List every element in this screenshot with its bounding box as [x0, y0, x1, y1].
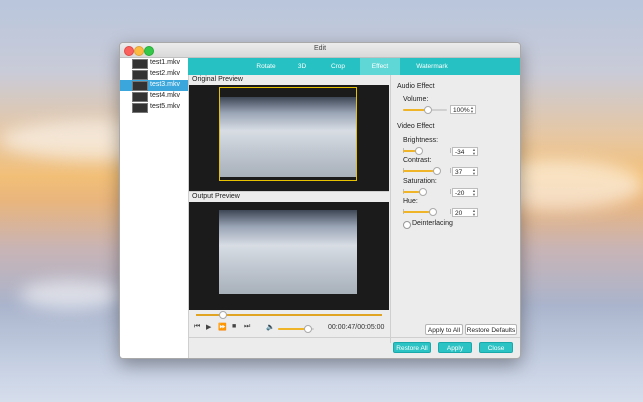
saturation-stepper[interactable]: -20 ▲ ▼ — [452, 188, 478, 197]
video-thumbnail — [132, 59, 148, 69]
deinterlacing-checkbox[interactable] — [403, 221, 411, 229]
play-icon[interactable]: ▶ — [206, 323, 211, 331]
restore-all-button[interactable]: Restore All — [393, 342, 431, 353]
saturation-value: -20 — [455, 190, 465, 197]
apply-button[interactable]: Apply — [438, 342, 472, 353]
file-list-item[interactable]: test5.mkv — [120, 102, 188, 113]
volume-value: 100% — [453, 107, 470, 114]
brightness-knob[interactable] — [415, 147, 423, 155]
preview-divider — [189, 191, 389, 192]
saturation-knob[interactable] — [419, 188, 427, 196]
output-preview-label: Output Preview — [192, 193, 240, 200]
title-bar: Edit — [120, 43, 520, 58]
file-list-item[interactable]: test2.mkv — [120, 69, 188, 80]
file-list-item[interactable]: test4.mkv — [120, 91, 188, 102]
original-preview-video — [189, 85, 389, 191]
time-readout: 00:00:47/00:05:00 — [328, 324, 385, 331]
contrast-label: Contrast: — [403, 157, 432, 164]
brightness-value: -34 — [455, 149, 465, 156]
restore-defaults-button[interactable]: Restore Defaults — [465, 324, 517, 335]
skip-forward-icon[interactable]: ⏭ — [244, 323, 250, 331]
video-effect-title: Video Effect — [397, 123, 435, 130]
hue-knob[interactable] — [429, 208, 437, 216]
fast-forward-icon[interactable]: ⏩ — [218, 323, 227, 331]
tab-effect[interactable]: Effect — [360, 58, 400, 75]
original-frame — [219, 87, 357, 181]
volume-icon[interactable]: 🔈 — [266, 323, 275, 331]
video-thumbnail — [132, 92, 148, 102]
hue-value: 20 — [455, 210, 463, 217]
effect-panel: Audio Effect Volume: 100% ▲ ▼ Video Effec… — [390, 75, 520, 343]
background-cloud — [20, 280, 120, 310]
video-thumbnail — [132, 70, 148, 80]
stepper-arrows-icon[interactable]: ▲ ▼ — [472, 148, 476, 156]
tab-3d[interactable]: 3D — [288, 58, 316, 75]
file-name: test1.mkv — [150, 59, 180, 66]
audio-effect-title: Audio Effect — [397, 83, 435, 90]
contrast-fill — [403, 170, 435, 172]
stepper-arrows-icon[interactable]: ▲ ▼ — [472, 209, 476, 217]
contrast-stepper[interactable]: 37 ▲ ▼ — [452, 167, 478, 176]
volume-label: Volume: — [403, 96, 429, 103]
file-name: test4.mkv — [150, 92, 180, 99]
contrast-value: 37 — [455, 169, 463, 176]
output-preview-video — [189, 202, 389, 310]
stepper-arrows-icon[interactable]: ▲ ▼ — [472, 168, 476, 176]
tab-watermark[interactable]: Watermark — [404, 58, 460, 75]
original-preview-label: Original Preview — [192, 76, 243, 83]
tab-crop[interactable]: Crop — [320, 58, 356, 75]
file-list-item[interactable]: test3.mkv — [120, 80, 188, 91]
crop-outline[interactable] — [219, 87, 357, 181]
tab-rotate[interactable]: Rotate — [248, 58, 284, 75]
deinterlacing-label: Deinterlacing — [412, 220, 453, 227]
skip-back-icon[interactable]: ⏮ — [194, 323, 200, 331]
progress-knob[interactable] — [219, 311, 228, 319]
volume-stepper[interactable]: 100% ▲ ▼ — [450, 105, 476, 114]
file-list: test1.mkv test2.mkv test3.mkv test4.mkv test… — [120, 58, 189, 358]
stepper-arrows-icon[interactable]: ▲ ▼ — [472, 189, 476, 197]
close-button[interactable]: Close — [479, 342, 513, 353]
volume-knob[interactable] — [424, 106, 433, 114]
file-name: test2.mkv — [150, 70, 180, 77]
edit-window: Edit test1.mkv test2.mkv test3.mkv test4.mk… — [119, 42, 521, 359]
stop-icon[interactable]: ■ — [232, 323, 236, 330]
bottom-divider — [189, 337, 520, 338]
output-frame — [219, 210, 357, 294]
stepper-arrows-icon[interactable]: ▲ ▼ — [470, 106, 474, 114]
tab-bar: Rotate 3D Crop Effect Watermark — [188, 58, 520, 75]
hue-fill — [403, 211, 431, 213]
brightness-stepper[interactable]: -34 ▲ ▼ — [452, 147, 478, 156]
hue-stepper[interactable]: 20 ▲ ▼ — [452, 208, 478, 217]
saturation-label: Saturation: — [403, 178, 437, 185]
window-title: Edit — [313, 45, 327, 52]
file-name: test5.mkv — [150, 103, 180, 110]
contrast-knob[interactable] — [433, 167, 441, 175]
apply-to-all-button[interactable]: Apply to All — [425, 324, 463, 335]
player-volume-fill — [278, 328, 307, 330]
hue-label: Hue: — [403, 198, 418, 205]
player-volume-knob[interactable] — [303, 325, 312, 333]
video-thumbnail — [132, 81, 148, 91]
file-name: test3.mkv — [150, 81, 180, 88]
brightness-label: Brightness: — [403, 137, 439, 144]
file-list-item[interactable]: test1.mkv — [120, 58, 188, 69]
video-thumbnail — [132, 103, 148, 113]
